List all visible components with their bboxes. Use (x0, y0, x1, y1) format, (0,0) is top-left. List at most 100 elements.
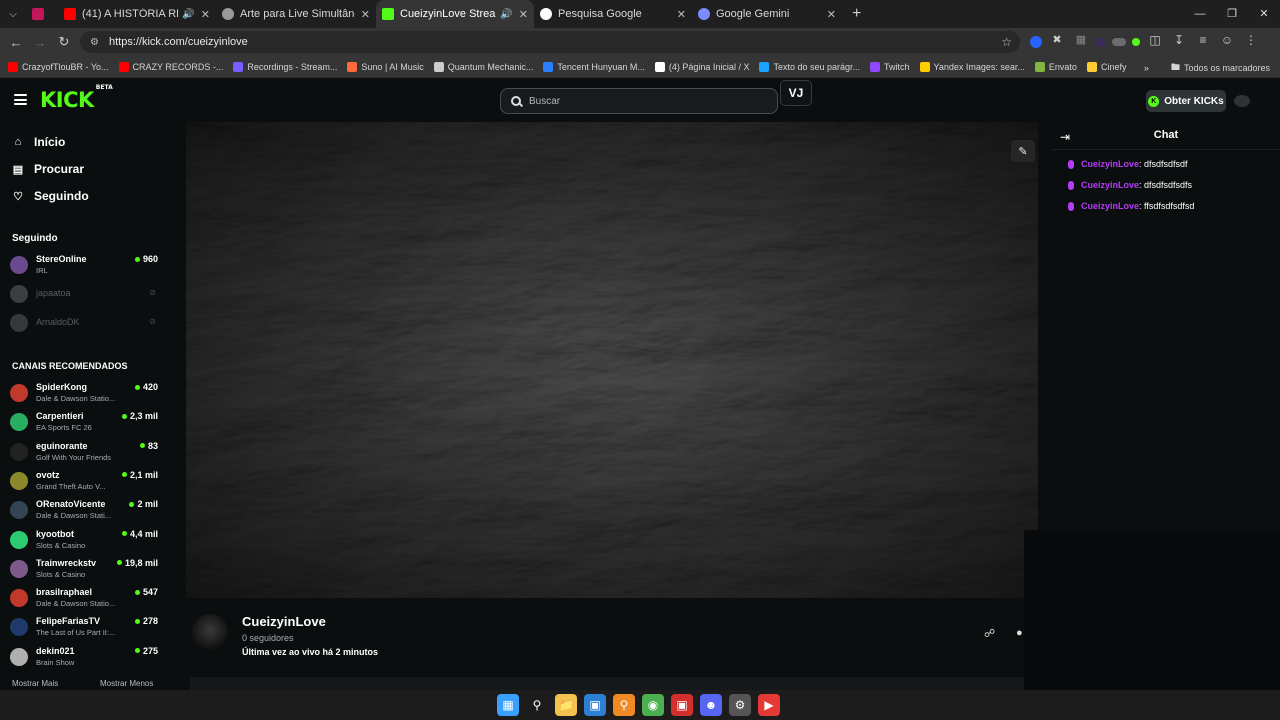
channel-item[interactable]: Carpentieri EA Sports FC 26 2,3 mil (10, 410, 160, 436)
nav-seguindo[interactable]: ♡ Seguindo (12, 189, 89, 203)
reading-list-icon[interactable]: ≡ (1194, 33, 1212, 51)
extension-grid-icon[interactable]: ▦ (1072, 33, 1090, 51)
site-info-icon[interactable]: ⚙ (90, 37, 99, 48)
share-icon[interactable]: ☍ (984, 627, 995, 640)
video-player[interactable] (186, 122, 1038, 598)
tab-google[interactable]: Pesquisa Google ✕ (534, 0, 692, 28)
close-tab-icon[interactable]: ✕ (519, 8, 528, 21)
restore-icon[interactable]: ❐ (1216, 0, 1248, 28)
bookmark-item[interactable]: Quantum Mechanic... (433, 61, 533, 72)
tab-youtube[interactable]: (41) A HISTÓRIA REAL DO I 🔊 ✕ (58, 0, 216, 28)
extension-toggle-icon[interactable] (1112, 38, 1126, 46)
nav-label: Procurar (34, 162, 85, 176)
search-input[interactable] (529, 95, 749, 107)
reload-icon[interactable]: ↻ (52, 34, 76, 50)
extension-purple-icon[interactable] (1096, 37, 1106, 47)
bookmark-item[interactable]: Suno | AI Music (347, 61, 424, 72)
streamer-avatar[interactable] (192, 614, 228, 650)
show-less-link[interactable]: Mostrar Menos (100, 679, 153, 688)
new-tab-icon[interactable]: + (852, 5, 861, 23)
file-explorer-icon[interactable]: 📁 (555, 694, 577, 716)
tab-title: Arte para Live Simultânea (240, 8, 355, 20)
channel-item[interactable]: Trainwreckstv Slots & Casino 19,8 mil (10, 557, 160, 583)
back-icon[interactable]: ← (4, 35, 28, 50)
app-red-icon[interactable]: ▶ (758, 694, 780, 716)
store-icon[interactable]: ▣ (584, 694, 606, 716)
download-icon[interactable]: ↧ (1170, 33, 1188, 51)
speaker-icon[interactable]: 🔊 (182, 9, 194, 20)
user-options-icon[interactable]: ● (1016, 627, 1023, 639)
bookmark-label: (4) Página Inicial / X (668, 61, 750, 72)
nav-procurar[interactable]: ▤ Procurar (12, 162, 84, 176)
channel-item[interactable]: StereOnline IRL 960 (10, 253, 160, 279)
chat-username[interactable]: CueizyinLove (1081, 201, 1139, 211)
get-kicks-button[interactable]: K Obter KICKs (1146, 90, 1226, 112)
tab-kick-active[interactable]: CueizyinLove Stream - Wat 🔊 ✕ (376, 0, 534, 28)
close-tab-icon[interactable]: ✕ (827, 8, 836, 21)
streamer-name[interactable]: CueizyinLove (242, 614, 326, 629)
channel-item[interactable]: eguinorante Golf With Your Friends 83 (10, 440, 160, 466)
chrome-icon[interactable]: ◉ (642, 694, 664, 716)
collapse-chat-icon[interactable]: ⇥ (1060, 130, 1070, 144)
bookmark-item[interactable]: CRAZY RECORDS -... (118, 61, 223, 72)
channel-item[interactable]: ovotz Grand Theft Auto V... 2,1 mil (10, 469, 160, 495)
profile-icon[interactable]: ☺ (1218, 33, 1236, 51)
chevron-right-icon[interactable]: » (1144, 63, 1149, 73)
show-more-link[interactable]: Mostrar Mais (12, 679, 58, 688)
channel-item[interactable]: japaatoa ⊘ (10, 282, 160, 308)
kick-logo[interactable]: KICKBETA (40, 84, 113, 112)
bookmark-item[interactable]: Cinefy (1086, 61, 1126, 72)
settings-icon[interactable]: ⚙ (729, 694, 751, 716)
close-tab-icon[interactable]: ✕ (201, 8, 210, 21)
bookmark-item[interactable]: (4) Página Inicial / X (654, 61, 750, 72)
chat-username[interactable]: CueizyinLove (1081, 159, 1139, 169)
tab-search-chevron-icon[interactable]: ⌵ (0, 0, 26, 28)
tab-gemini[interactable]: Google Gemini ✕ (692, 0, 842, 28)
search-box[interactable] (500, 88, 778, 114)
close-tab-icon[interactable]: ✕ (677, 8, 686, 21)
close-tab-icon[interactable]: ✕ (361, 8, 370, 21)
all-bookmarks[interactable]: » 🖿 Todos os marcadores (1144, 60, 1270, 76)
search-app-icon[interactable]: ⚲ (613, 694, 635, 716)
video-editor-icon[interactable]: ▣ (671, 694, 693, 716)
extension-green-icon[interactable] (1132, 38, 1140, 46)
bookmark-item[interactable]: CrazyofTlouBR - Yo... (8, 61, 109, 72)
channel-category: EA Sports FC 26 (36, 423, 92, 433)
viewer-count: 420 (134, 382, 158, 392)
bookmark-item[interactable]: Recordings - Stream... (233, 61, 337, 72)
url-bar[interactable]: ⚙ https://kick.com/cueizyinlove ☆ (80, 31, 1020, 53)
tab-extension[interactable] (26, 0, 58, 28)
channel-item[interactable]: ArnaldoDK ⊘ (10, 311, 160, 337)
windows-start-icon[interactable]: ▦ (497, 694, 519, 716)
discord-icon[interactable]: ☻ (700, 694, 722, 716)
hamburger-menu-icon[interactable] (14, 94, 27, 105)
bookmark-star-icon[interactable]: ☆ (1001, 35, 1012, 49)
bookmark-item[interactable]: Twitch (870, 61, 910, 72)
forward-icon[interactable]: → (28, 35, 52, 50)
tab-arte[interactable]: Arte para Live Simultânea ✕ (216, 0, 376, 28)
close-window-icon[interactable]: ✕ (1248, 0, 1280, 28)
url-text: https://kick.com/cueizyinlove (108, 36, 248, 48)
extensions-puzzle-icon[interactable]: ◫ (1146, 33, 1164, 51)
nav-inicio[interactable]: ⌂ Início (12, 135, 66, 149)
channel-item[interactable]: ORenatoVicente Dale & Dawson Stati... 2 mi… (10, 498, 160, 524)
channel-item[interactable]: brasilraphael Dale & Dawson Statio... 547 (10, 586, 160, 612)
search-icon[interactable]: ⚲ (526, 694, 548, 716)
edit-pencil-icon[interactable]: ✎ (1011, 140, 1035, 162)
browser-menu-icon[interactable]: ⋮ (1242, 33, 1260, 51)
channel-item[interactable]: FelipeFariasTV The Last of Us Part II:...… (10, 615, 160, 641)
channel-item[interactable]: dekin021 Brain Show 275 (10, 645, 160, 671)
bookmark-item[interactable]: Yandex Images: sear... (919, 61, 1025, 72)
channel-item[interactable]: kyootbot Slots & Casino 4,4 mil (10, 528, 160, 554)
extension-tools-icon[interactable]: ✖ (1048, 33, 1066, 51)
bookmark-item[interactable]: Texto do seu parágr... (759, 61, 860, 72)
bookmark-item[interactable]: Envato (1034, 61, 1077, 72)
user-avatar[interactable] (1234, 95, 1250, 107)
bookmark-item[interactable]: Tencent Hunyuan M... (543, 61, 645, 72)
channel-item[interactable]: SpiderKong Dale & Dawson Statio... 420 (10, 381, 160, 407)
vj-button[interactable]: VJ (780, 80, 812, 106)
extension-blue-icon[interactable] (1030, 36, 1042, 48)
minimize-icon[interactable]: — (1184, 0, 1216, 28)
chat-username[interactable]: CueizyinLove (1081, 180, 1139, 190)
speaker-icon[interactable]: 🔊 (500, 9, 512, 20)
